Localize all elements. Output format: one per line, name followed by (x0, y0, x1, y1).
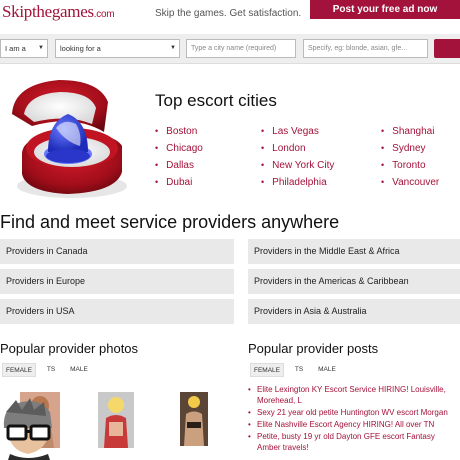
logo-suffix: .com (93, 9, 115, 20)
city-link[interactable]: Chicago (155, 143, 203, 154)
provider-photo[interactable] (180, 392, 208, 446)
post-link[interactable]: Sexy 21 year old petite Huntington WV es… (248, 407, 460, 418)
tab-female[interactable]: FEMALE (250, 363, 284, 377)
city-link[interactable]: Vancouver (381, 177, 439, 188)
region-link[interactable]: Providers in Europe (0, 269, 234, 294)
top-cities-title: Top escort cities (155, 91, 277, 110)
chevron-down-icon: ▼ (38, 45, 44, 51)
region-link[interactable]: Providers in Asia & Australia (248, 299, 460, 324)
tagline: Skip the games. Get satisfaction. (155, 8, 302, 19)
find-providers-title: Find and meet service providers anywhere (0, 212, 340, 232)
i-am-select[interactable]: I am a ▼ (0, 39, 48, 58)
city-link[interactable]: Shanghai (381, 126, 434, 137)
tab-ts[interactable]: TS (288, 363, 310, 377)
chevron-down-icon: ▼ (170, 45, 176, 51)
search-bar: I am a ▼ looking for a ▼ Type a city nam… (0, 34, 460, 64)
city-link[interactable]: Philadelphia (261, 177, 327, 188)
popular-photos-title: Popular provider photos (0, 341, 139, 356)
mascot-avatar (3, 398, 53, 460)
search-button[interactable] (434, 39, 460, 58)
provider-photo[interactable] (98, 392, 134, 448)
region-link[interactable]: Providers in the Middle East & Africa (248, 239, 460, 264)
looking-for-select[interactable]: looking for a ▼ (55, 39, 180, 58)
site-header: Skipthegames.com Skip the games. Get sat… (0, 0, 460, 32)
tab-female[interactable]: FEMALE (2, 363, 36, 377)
region-link[interactable]: Providers in USA (0, 299, 234, 324)
tab-male[interactable]: MALE (64, 363, 94, 377)
post-link[interactable]: Elite Nashville Escort Agency HIRING! Al… (248, 419, 460, 430)
top-cities-list: Boston Chicago Dallas Dubai Las Vegas Lo… (155, 126, 460, 194)
city-link[interactable]: Dallas (155, 160, 194, 171)
region-link[interactable]: Providers in Canada (0, 239, 234, 264)
popular-posts-title: Popular provider posts (248, 341, 379, 356)
logo-text: Skipthegames (2, 2, 94, 21)
city-link[interactable]: Toronto (381, 160, 425, 171)
post-link[interactable]: Elite Lexington KY Escort Service HIRING… (248, 384, 460, 406)
city-input[interactable]: Type a city name (required) (186, 39, 296, 58)
post-link[interactable]: Petite, busty 19 yr old Dayton GFE escor… (248, 431, 460, 453)
city-link[interactable]: London (261, 143, 305, 154)
city-link[interactable]: New York City (261, 160, 334, 171)
specify-input[interactable]: Specify, eg: blonde, asian, gfe... (303, 39, 428, 58)
city-link[interactable]: Dubai (155, 177, 192, 188)
city-link[interactable]: Sydney (381, 143, 425, 154)
i-am-value: I am a (5, 44, 26, 53)
region-link[interactable]: Providers in the Americas & Caribbean (248, 269, 460, 294)
city-link[interactable]: Las Vegas (261, 126, 319, 137)
post-ad-button[interactable]: Post your free ad now (310, 0, 460, 19)
tab-ts[interactable]: TS (40, 363, 62, 377)
city-link[interactable]: Boston (155, 126, 197, 137)
looking-for-value: looking for a (60, 44, 101, 53)
popular-posts-list: Elite Lexington KY Escort Service HIRING… (248, 384, 460, 454)
ring-box-image (12, 80, 127, 198)
site-logo[interactable]: Skipthegames.com (2, 2, 115, 22)
tab-male[interactable]: MALE (312, 363, 342, 377)
